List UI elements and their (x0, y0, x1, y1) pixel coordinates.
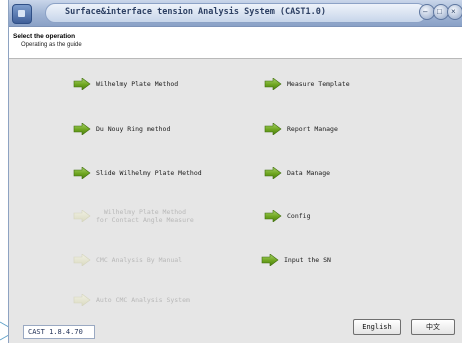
menu-label-line2: for Contact Angle Measure (96, 216, 194, 224)
arrow-right-icon (73, 78, 91, 90)
menu-label: Slide Wilhelmy Plate Method (96, 169, 202, 177)
menu-label: CMC Analysis By Manual (96, 256, 183, 264)
maximize-icon: □ (437, 7, 442, 16)
title-bar: Surface&interface tension Analysis Syste… (9, 0, 462, 27)
arrow-right-icon (264, 210, 282, 222)
window-controls: – □ × (419, 4, 462, 22)
wilhelmy-plate-method-button[interactable]: Wilhelmy Plate Method (73, 75, 178, 93)
arrow-right-icon (264, 167, 282, 179)
header-subtitle: Operating as the guide (21, 42, 82, 48)
data-manage-button[interactable]: Data Manage (264, 164, 330, 182)
version-label: CAST 1.8.4.70 (28, 328, 83, 336)
report-manage-button[interactable]: Report Manage (264, 120, 338, 138)
arrow-right-icon (73, 294, 91, 306)
close-button[interactable]: × (447, 4, 462, 20)
menu-label: Input the SN (284, 256, 331, 264)
arrow-right-icon (73, 123, 91, 135)
arrow-right-icon (264, 123, 282, 135)
arrow-right-icon (73, 167, 91, 179)
chinese-button[interactable]: 中文 (411, 319, 455, 335)
minimize-icon: – (423, 7, 428, 16)
menu-label: Measure Template (287, 80, 350, 88)
menu-label: Report Manage (287, 125, 338, 133)
menu-label: Wilhelmy Plate Method for Contact Angle … (96, 208, 194, 224)
header-title: Select the operation (13, 33, 76, 40)
app-icon[interactable] (12, 4, 32, 24)
du-nouy-ring-method-button[interactable]: Du Nouy Ring method (73, 120, 170, 138)
menu-label: Config (287, 212, 311, 220)
config-button[interactable]: Config (264, 207, 310, 225)
menu-label: Wilhelmy Plate Method (96, 80, 179, 88)
version-status-box: CAST 1.8.4.70 (23, 325, 95, 339)
arrow-right-icon (261, 254, 279, 266)
menu-label: Data Manage (287, 169, 331, 177)
arrow-right-icon (73, 254, 91, 266)
auto-cmc-analysis-system-button: Auto CMC Analysis System (73, 291, 190, 309)
menu-label: Du Nouy Ring method (96, 125, 171, 133)
contact-angle-measure-button: Wilhelmy Plate Method for Contact Angle … (73, 207, 194, 225)
arrow-right-icon (264, 78, 282, 90)
menu-label-line1: Wilhelmy Plate Method (103, 208, 187, 216)
menu-label: Auto CMC Analysis System (96, 296, 190, 304)
arrow-right-icon (73, 210, 91, 222)
window-title: Surface&interface tension Analysis Syste… (65, 7, 326, 17)
input-the-sn-button[interactable]: Input the SN (261, 251, 331, 269)
measure-template-button[interactable]: Measure Template (264, 75, 350, 93)
close-icon: × (451, 7, 456, 16)
slide-wilhelmy-plate-method-button[interactable]: Slide Wilhelmy Plate Method (73, 164, 202, 182)
cmc-analysis-by-manual-button: CMC Analysis By Manual (73, 251, 182, 269)
app-window: Surface&interface tension Analysis Syste… (8, 0, 462, 343)
english-button[interactable]: English (353, 319, 401, 335)
